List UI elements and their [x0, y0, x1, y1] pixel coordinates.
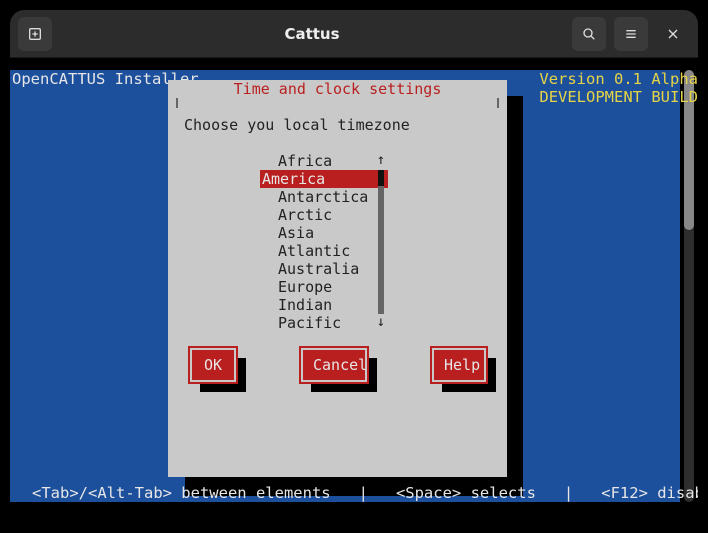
cancel-button[interactable]: Cancel	[301, 348, 367, 382]
timezone-list[interactable]: Africa America Antarctica Arctic Asia At…	[260, 152, 388, 332]
timezone-item-pacific[interactable]: Pacific	[260, 314, 388, 332]
timezone-item-atlantic[interactable]: Atlantic	[260, 242, 388, 260]
terminal-scrollbar[interactable]	[684, 70, 694, 502]
timezone-item-europe[interactable]: Europe	[260, 278, 388, 296]
scroll-up-arrow-icon[interactable]: ↑	[376, 152, 386, 170]
timezone-scroll-thumb[interactable]	[378, 170, 384, 186]
timezone-scroll-track[interactable]	[378, 170, 384, 314]
close-button[interactable]	[656, 17, 690, 51]
timezone-item-antarctica[interactable]: Antarctica	[260, 188, 388, 206]
timezone-dialog: Time and clock settings Choose you local…	[168, 80, 507, 477]
window-titlebar: Cattus	[10, 10, 698, 58]
timezone-item-africa[interactable]: Africa	[260, 152, 388, 170]
dialog-button-row: OK Cancel Help	[190, 348, 486, 382]
new-tab-button[interactable]	[18, 17, 52, 51]
help-bar: <Tab>/<Alt-Tab> between elements | <Spac…	[32, 484, 672, 502]
timezone-item-arctic[interactable]: Arctic	[260, 206, 388, 224]
timezone-item-indian[interactable]: Indian	[260, 296, 388, 314]
terminal-area: OpenCATTUS Installer Version 0.1 Alpha D…	[10, 58, 698, 523]
timezone-scrollbar[interactable]: ↑ ↓	[376, 152, 386, 332]
timezone-item-america[interactable]: America	[260, 170, 388, 188]
timezone-item-australia[interactable]: Australia	[260, 260, 388, 278]
dialog-prompt: Choose you local timezone	[184, 116, 410, 134]
timezone-item-asia[interactable]: Asia	[260, 224, 388, 242]
window-title: Cattus	[52, 25, 572, 43]
menu-button[interactable]	[614, 17, 648, 51]
dialog-title: Time and clock settings	[168, 80, 507, 98]
help-button[interactable]: Help	[432, 348, 486, 382]
scroll-down-arrow-icon[interactable]: ↓	[376, 314, 386, 332]
search-button[interactable]	[572, 17, 606, 51]
ok-button[interactable]: OK	[190, 348, 236, 382]
